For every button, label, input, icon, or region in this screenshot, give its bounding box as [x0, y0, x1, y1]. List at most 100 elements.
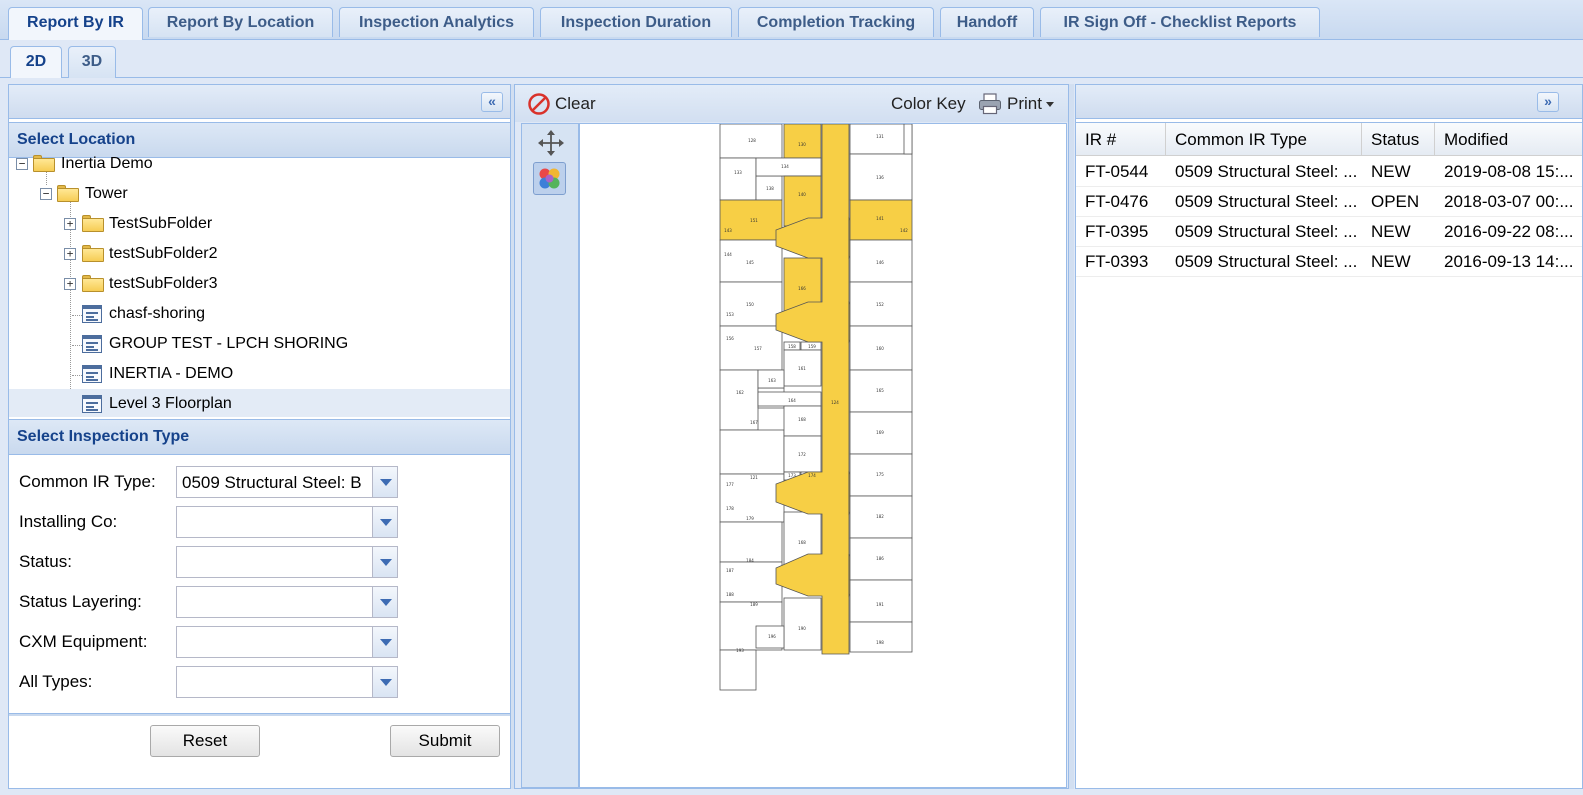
chevron-down-icon[interactable] [372, 547, 397, 577]
svg-text:152: 152 [876, 302, 884, 307]
expand-node-icon[interactable]: + [64, 278, 76, 290]
tab-completion-tracking[interactable]: Completion Tracking [738, 7, 934, 37]
svg-text:134: 134 [781, 164, 789, 169]
tree-node-group-test[interactable]: GROUP TEST - LPCH SHORING [9, 329, 510, 359]
tree-node-chasf-shoring[interactable]: chasf-shoring [9, 299, 510, 329]
tree-node-label: Level 3 Floorplan [109, 395, 232, 412]
results-grid-header: IR # Common IR Type Status Modified [1076, 122, 1582, 156]
tree-node-testsubfolder[interactable]: + TestSubFolder [9, 209, 510, 239]
svg-text:188: 188 [726, 592, 734, 597]
common-ir-type-select[interactable]: 0509 Structural Steel: B [176, 466, 398, 498]
tab-inspection-duration[interactable]: Inspection Duration [540, 7, 732, 37]
map-tool-strip [521, 123, 579, 788]
svg-text:161: 161 [798, 366, 806, 371]
printer-icon [979, 93, 1001, 115]
tree-node-label: testSubFolder3 [109, 275, 218, 292]
svg-text:187: 187 [726, 568, 734, 573]
svg-text:178: 178 [726, 506, 734, 511]
drawing-sheet-icon [82, 305, 102, 323]
cxm-equipment-label: CXM Equipment: [19, 632, 148, 651]
color-key-button[interactable]: Color Key [891, 91, 966, 117]
svg-text:140: 140 [798, 192, 806, 197]
floorplan-viewer[interactable]: 128 130 131 133 134 136 138 140 151 141 143 142 … [579, 123, 1067, 788]
collapse-node-icon[interactable]: − [16, 158, 28, 170]
tab-ir-sign-off[interactable]: IR Sign Off - Checklist Reports [1040, 7, 1320, 37]
tab-handoff[interactable]: Handoff [940, 7, 1034, 37]
svg-text:144: 144 [724, 252, 732, 257]
svg-text:168: 168 [798, 540, 806, 545]
tree-node-label: chasf-shoring [109, 305, 206, 322]
location-tree: − Inertia Demo − Tower + TestSubFolder +… [9, 155, 510, 417]
svg-text:133: 133 [734, 170, 742, 175]
table-row[interactable]: FT-0476 0509 Structural Steel: ... OPEN … [1076, 187, 1582, 217]
chevron-down-icon[interactable] [372, 627, 397, 657]
svg-text:124: 124 [831, 400, 839, 405]
status-layering-select[interactable] [176, 586, 398, 618]
tree-node-testsubfolder2[interactable]: + testSubFolder2 [9, 239, 510, 269]
tab-2d[interactable]: 2D [10, 46, 62, 78]
svg-text:163: 163 [768, 378, 776, 383]
right-splitter[interactable] [1069, 84, 1074, 789]
tab-report-by-location[interactable]: Report By Location [148, 7, 333, 37]
svg-text:164: 164 [788, 398, 796, 403]
drawing-sheet-icon [82, 365, 102, 383]
svg-text:189: 189 [750, 602, 758, 607]
tree-node-testsubfolder3[interactable]: + testSubFolder3 [9, 269, 510, 299]
svg-text:169: 169 [876, 430, 884, 435]
tab-3d[interactable]: 3D [68, 46, 116, 78]
svg-text:162: 162 [736, 390, 744, 395]
collapse-node-icon[interactable]: − [40, 188, 52, 200]
folder-open-icon [33, 155, 55, 172]
column-modified[interactable]: Modified [1435, 123, 1582, 156]
chevron-down-icon[interactable] [372, 507, 397, 537]
all-types-select[interactable] [176, 666, 398, 698]
expand-node-icon[interactable]: + [64, 218, 76, 230]
cxm-equipment-select[interactable] [176, 626, 398, 658]
reset-button[interactable]: Reset [150, 725, 260, 757]
collapse-right-icon[interactable]: » [1537, 92, 1559, 112]
tree-node-level-3-floorplan[interactable]: Level 3 Floorplan [9, 389, 510, 417]
svg-text:177: 177 [726, 482, 734, 487]
svg-text:193: 193 [736, 648, 744, 653]
status-label: Status: [19, 552, 72, 571]
column-common-ir-type[interactable]: Common IR Type [1166, 123, 1362, 156]
chevron-down-icon[interactable] [372, 587, 397, 617]
color-layer-toggle[interactable] [533, 162, 566, 195]
installing-co-select[interactable] [176, 506, 398, 538]
expand-node-icon[interactable]: + [64, 248, 76, 260]
svg-text:146: 146 [876, 260, 884, 265]
column-ir-number[interactable]: IR # [1076, 123, 1166, 156]
svg-text:138: 138 [766, 186, 774, 191]
svg-text:198: 198 [876, 640, 884, 645]
chevron-down-icon[interactable] [372, 667, 397, 697]
pan-move-icon[interactable] [536, 128, 566, 158]
tree-node-inertia-demo-sheet[interactable]: INERTIA - DEMO [9, 359, 510, 389]
all-types-label: All Types: [19, 672, 93, 691]
chevron-down-icon[interactable] [372, 467, 397, 497]
svg-text:136: 136 [876, 175, 884, 180]
inspection-results-panel: » IR # Common IR Type Status Modified FT… [1075, 84, 1583, 789]
svg-text:196: 196 [768, 634, 776, 639]
print-button[interactable]: Print [978, 91, 1062, 117]
tab-inspection-analytics[interactable]: Inspection Analytics [339, 7, 534, 37]
tree-node-inertia-demo[interactable]: − Inertia Demo [9, 155, 510, 179]
svg-text:151: 151 [750, 218, 758, 223]
table-row[interactable]: FT-0544 0509 Structural Steel: ... NEW 2… [1076, 157, 1582, 187]
svg-text:121: 121 [750, 475, 758, 480]
svg-text:173: 173 [788, 473, 796, 478]
tree-node-tower[interactable]: − Tower [9, 179, 510, 209]
svg-text:182: 182 [876, 514, 884, 519]
tree-node-label: TestSubFolder [109, 215, 213, 232]
tree-node-label: Inertia Demo [61, 155, 153, 172]
drawing-sheet-icon [82, 335, 102, 353]
submit-button[interactable]: Submit [390, 725, 500, 757]
table-row[interactable]: FT-0393 0509 Structural Steel: ... NEW 2… [1076, 247, 1582, 277]
status-select[interactable] [176, 546, 398, 578]
table-row[interactable]: FT-0395 0509 Structural Steel: ... NEW 2… [1076, 217, 1582, 247]
svg-text:167: 167 [750, 420, 758, 425]
collapse-left-icon[interactable]: « [481, 92, 503, 112]
no-entry-icon [528, 93, 550, 115]
tab-report-by-ir[interactable]: Report By IR [8, 7, 143, 40]
common-ir-type-label: Common IR Type: [19, 472, 156, 491]
column-status[interactable]: Status [1362, 123, 1435, 156]
